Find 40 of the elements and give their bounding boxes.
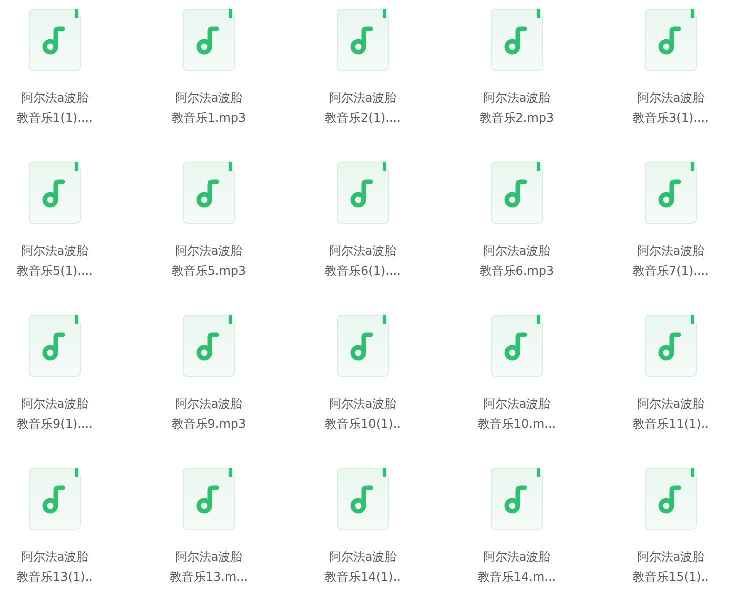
music-file-icon[interactable] — [491, 9, 543, 71]
music-file-icon[interactable] — [183, 162, 235, 224]
file-name[interactable]: 阿尔法a波胎 教音乐1(1).... — [17, 88, 93, 128]
file-name[interactable]: 阿尔法a波胎 教音乐9.mp3 — [172, 394, 246, 434]
music-file-icon[interactable] — [29, 315, 81, 377]
music-file-icon[interactable] — [29, 162, 81, 224]
file-name[interactable]: 阿尔法a波胎 教音乐1.mp3 — [172, 88, 246, 128]
music-file-icon[interactable] — [29, 468, 81, 530]
music-file-icon[interactable] — [491, 315, 543, 377]
music-file-icon[interactable] — [645, 315, 697, 377]
music-file-icon[interactable] — [183, 315, 235, 377]
file-name[interactable]: 阿尔法a波胎 教音乐5.mp3 — [172, 241, 246, 281]
music-file-icon[interactable] — [29, 9, 81, 71]
file-name[interactable]: 阿尔法a波胎 教音乐14.m... — [478, 547, 556, 587]
file-name[interactable]: 阿尔法a波胎 教音乐11(1).. — [633, 394, 709, 434]
file-name[interactable]: 阿尔法a波胎 教音乐15(1).. — [633, 547, 709, 587]
file-name[interactable]: 阿尔法a波胎 教音乐6(1).... — [325, 241, 401, 281]
file-name[interactable]: 阿尔法a波胎 教音乐10(1).. — [325, 394, 401, 434]
music-file-icon[interactable] — [645, 9, 697, 71]
music-file-icon[interactable] — [491, 162, 543, 224]
music-file-icon[interactable] — [337, 9, 389, 71]
file-name[interactable]: 阿尔法a波胎 教音乐9(1).... — [17, 394, 93, 434]
file-name[interactable]: 阿尔法a波胎 教音乐2.mp3 — [480, 88, 554, 128]
music-file-icon[interactable] — [183, 9, 235, 71]
file-name[interactable]: 阿尔法a波胎 教音乐14(1).. — [325, 547, 401, 587]
music-file-icon[interactable] — [645, 162, 697, 224]
file-name[interactable]: 阿尔法a波胎 教音乐6.mp3 — [480, 241, 554, 281]
music-file-icon[interactable] — [337, 468, 389, 530]
file-name[interactable]: 阿尔法a波胎 教音乐13.m... — [170, 547, 248, 587]
file-name[interactable]: 阿尔法a波胎 教音乐13(1).. — [17, 547, 93, 587]
file-name[interactable]: 阿尔法a波胎 教音乐10.m... — [478, 394, 556, 434]
file-name[interactable]: 阿尔法a波胎 教音乐3(1).... — [633, 88, 709, 128]
music-file-icon[interactable] — [337, 162, 389, 224]
music-file-icon[interactable] — [337, 315, 389, 377]
music-file-icon[interactable] — [183, 468, 235, 530]
file-name[interactable]: 阿尔法a波胎 教音乐2(1).... — [325, 88, 401, 128]
music-file-icon[interactable] — [645, 468, 697, 530]
file-name[interactable]: 阿尔法a波胎 教音乐7(1).... — [633, 241, 709, 281]
file-name[interactable]: 阿尔法a波胎 教音乐5(1).... — [17, 241, 93, 281]
music-file-icon[interactable] — [491, 468, 543, 530]
